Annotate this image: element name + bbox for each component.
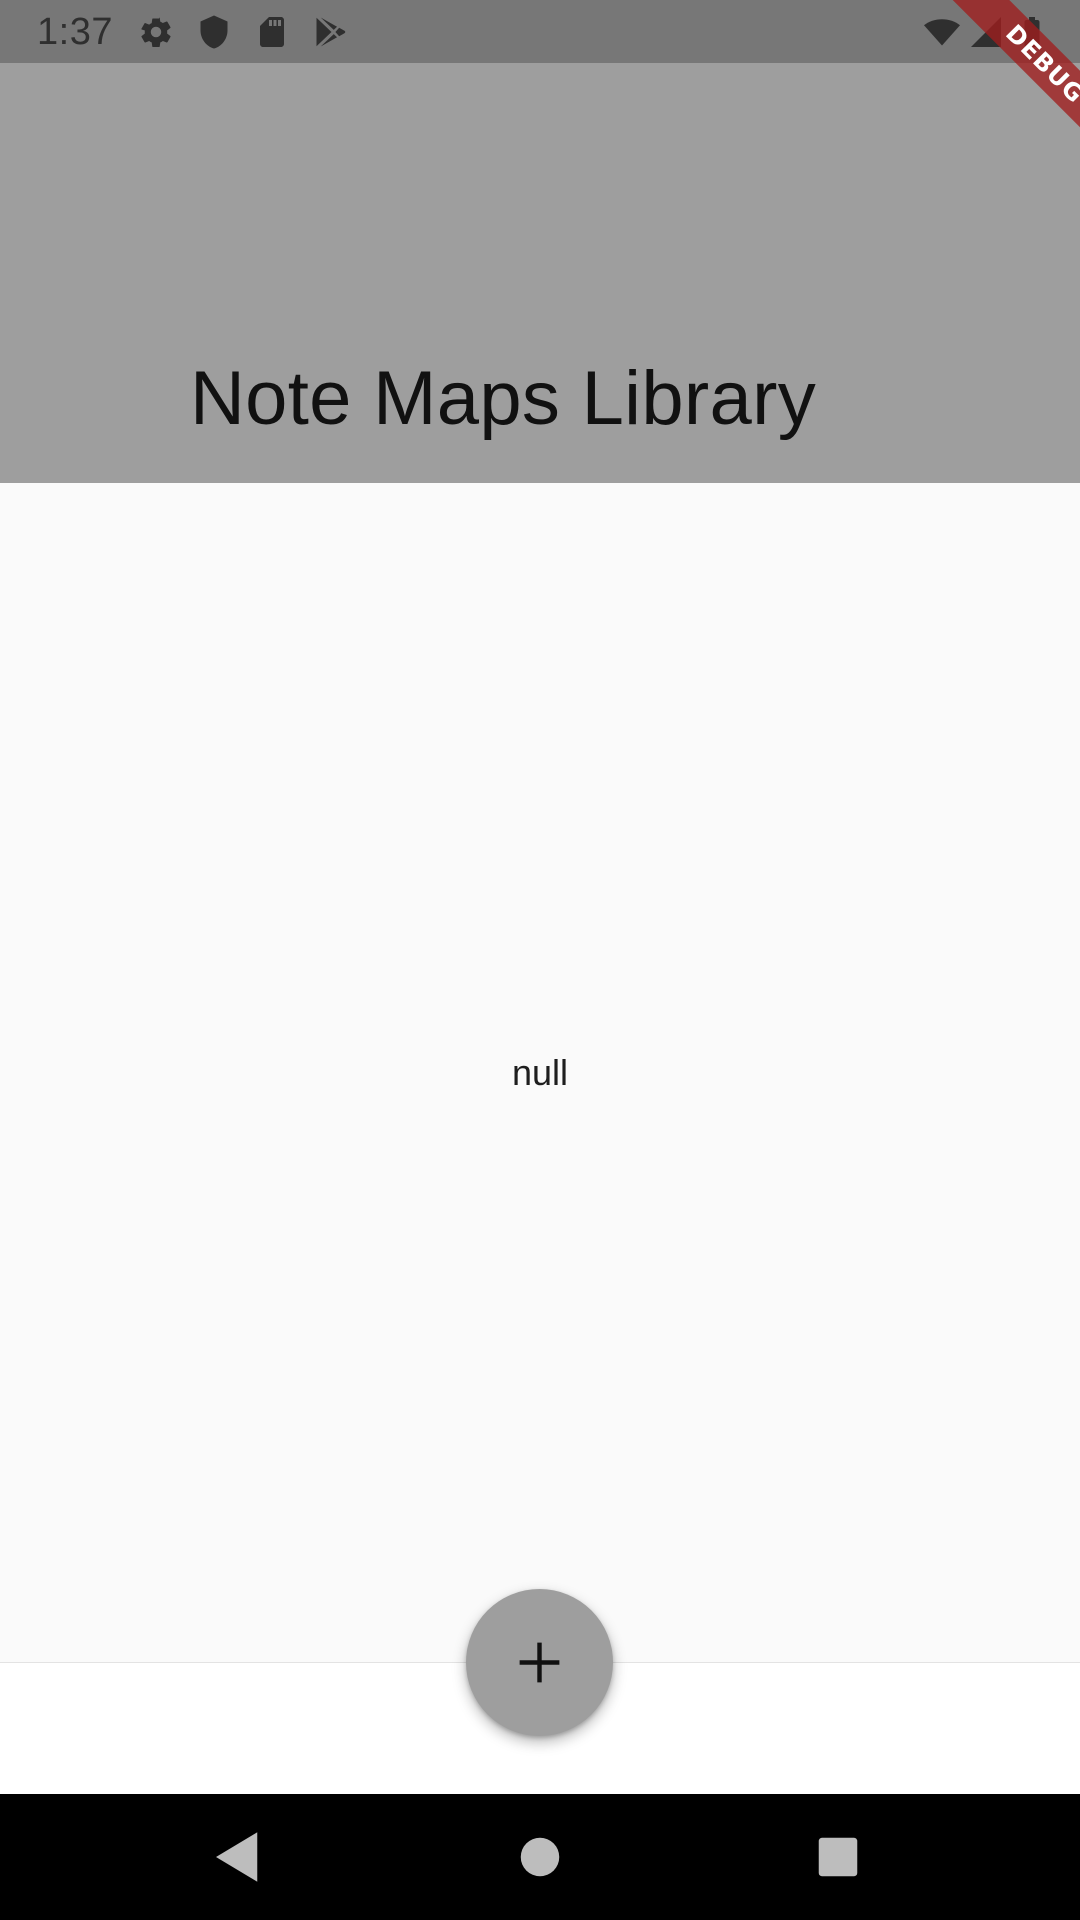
sd-card-icon [254,14,290,50]
wifi-icon [924,14,960,50]
page-title: Note Maps Library [190,356,817,441]
home-icon [520,1837,560,1877]
status-time: 1:37 [37,11,113,53]
recents-icon [818,1837,858,1877]
app-bar: Note Maps Library [0,63,1080,483]
battery-icon [1014,14,1050,50]
back-icon [216,1832,258,1882]
shield-icon [196,14,232,50]
play-store-icon [312,14,348,50]
status-bar: 1:37 [0,0,1080,63]
screen: 1:37 Note Maps Library null DEBUG [0,0,1080,1920]
recents-button[interactable] [805,1824,871,1890]
home-button[interactable] [507,1824,573,1890]
settings-icon [138,14,174,50]
system-nav-bar [0,1794,1080,1920]
signal-icon [968,14,1004,50]
plus-icon [519,1642,560,1683]
content-area: null [0,483,1080,1662]
add-button[interactable] [466,1589,613,1736]
content-text: null [511,1052,569,1093]
back-button[interactable] [205,1824,271,1890]
